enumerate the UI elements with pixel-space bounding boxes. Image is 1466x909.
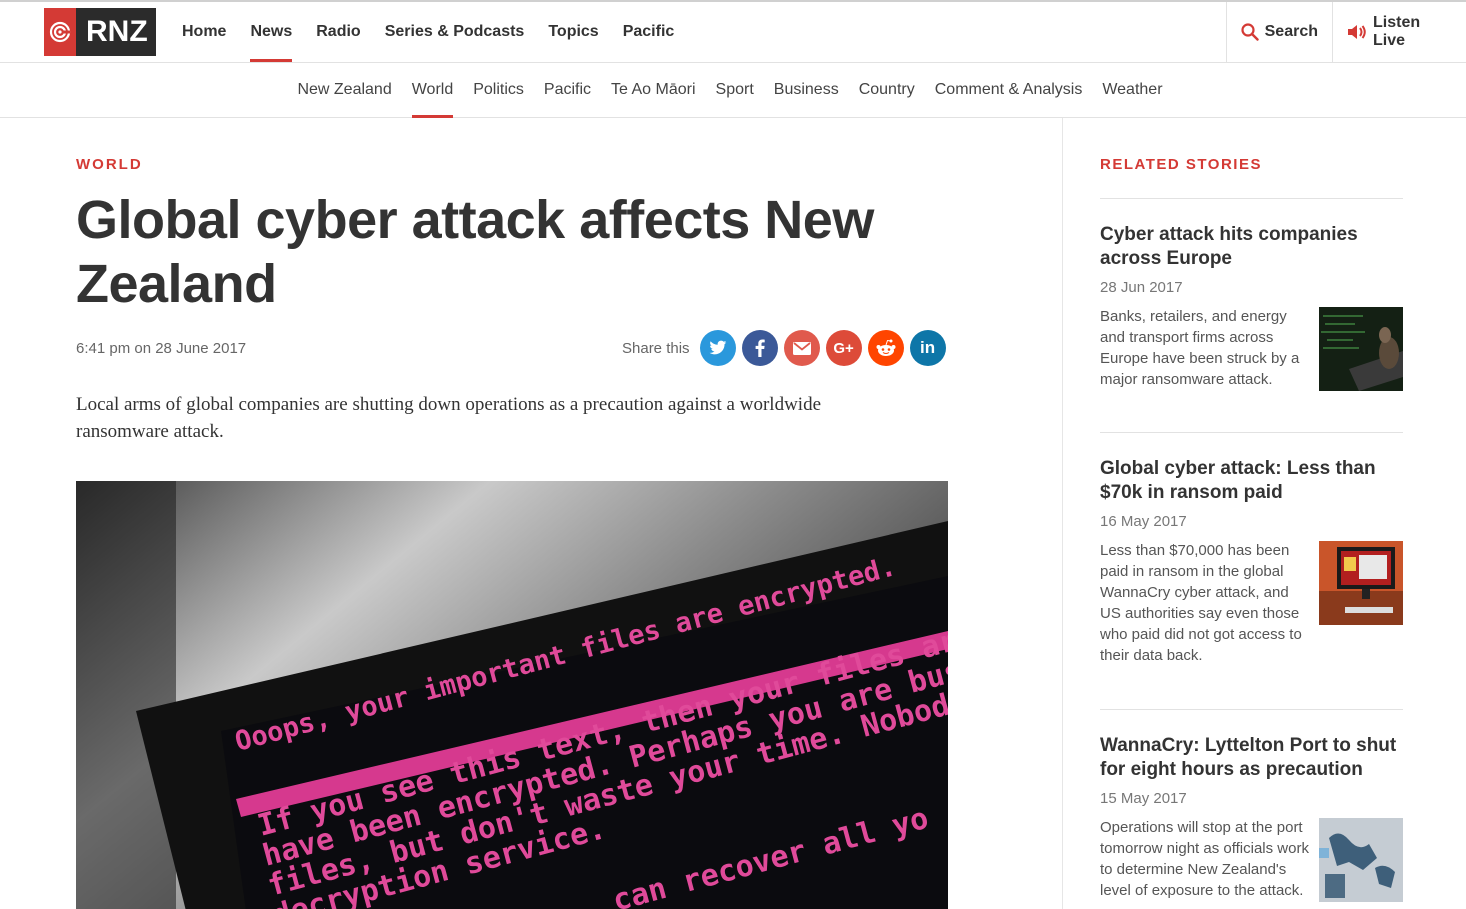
article-headline: Global cyber attack affects New Zealand [76, 190, 874, 314]
related-story-title[interactable]: Global cyber attack: Less than $70k in r… [1100, 457, 1403, 505]
subnav-pacific[interactable]: Pacific [534, 63, 601, 118]
related-story-title[interactable]: WannaCry: Lyttelton Port to shut for eig… [1100, 734, 1403, 782]
nav-topics[interactable]: Topics [536, 2, 610, 62]
speaker-icon [1347, 23, 1367, 41]
subnav-new-zealand[interactable]: New Zealand [287, 63, 401, 118]
related-story: Global cyber attack: Less than $70k in r… [1100, 432, 1403, 666]
main-nav: Home News Radio Series & Podcasts Topics… [170, 2, 686, 62]
google-plus-share-button[interactable]: G+ [825, 330, 862, 366]
email-share-button[interactable] [783, 330, 820, 366]
section-label[interactable]: WORLD [76, 156, 143, 173]
related-story-thumbnail[interactable] [1319, 307, 1403, 391]
nav-radio[interactable]: Radio [304, 2, 372, 62]
facebook-share-button[interactable] [741, 330, 778, 366]
subnav-weather[interactable]: Weather [1092, 63, 1172, 118]
related-story-title[interactable]: Cyber attack hits companies across Europ… [1100, 223, 1403, 271]
subnav-politics[interactable]: Politics [463, 63, 534, 118]
share-bar: Share this G+ in [622, 330, 952, 366]
related-story-thumbnail[interactable] [1319, 818, 1403, 902]
nav-series-podcasts[interactable]: Series & Podcasts [373, 2, 537, 62]
twitter-icon [708, 340, 726, 355]
twitter-share-button[interactable] [699, 330, 736, 366]
listen-live-button[interactable]: Listen Live [1332, 2, 1466, 62]
search-button[interactable]: Search [1225, 2, 1332, 62]
email-icon [792, 341, 811, 355]
related-story: WannaCry: Lyttelton Port to shut for eig… [1100, 709, 1403, 902]
share-label: Share this [622, 339, 690, 357]
related-story-thumbnail[interactable] [1319, 541, 1403, 625]
related-story-summary: Less than $70,000 has been paid in ranso… [1100, 540, 1403, 666]
related-story-summary-text: Less than $70,000 has been paid in ranso… [1100, 542, 1302, 664]
subnav-business[interactable]: Business [764, 63, 849, 118]
related-story-date: 16 May 2017 [1100, 513, 1187, 530]
logo-text: RNZ [86, 15, 148, 48]
nav-pacific[interactable]: Pacific [611, 2, 687, 62]
subnav-comment-analysis[interactable]: Comment & Analysis [925, 63, 1093, 118]
site-header: RNZ Home News Radio Series & Podcasts To… [0, 2, 1466, 63]
hero-image[interactable]: Ooops, your important files are encrypte… [76, 481, 948, 909]
google-plus-icon: G+ [833, 339, 854, 357]
nav-news[interactable]: News [238, 2, 304, 62]
related-story-date: 15 May 2017 [1100, 790, 1187, 807]
article-dateline: 6:41 pm on 28 June 2017 [76, 340, 247, 357]
article-lead: Local arms of global companies are shutt… [76, 394, 821, 442]
related-stories-title: RELATED STORIES [1100, 156, 1262, 173]
header-actions: Search Listen Live [1225, 2, 1466, 62]
facebook-icon [755, 339, 765, 357]
search-icon [1241, 23, 1259, 41]
subnav-world[interactable]: World [402, 63, 464, 118]
related-story-summary-text: Operations will stop at the port tomorro… [1100, 819, 1309, 899]
listen-live-label: Listen Live [1373, 14, 1421, 49]
related-story-summary: Operations will stop at the port tomorro… [1100, 817, 1403, 902]
related-story: Cyber attack hits companies across Europ… [1100, 198, 1403, 391]
related-story-date: 28 Jun 2017 [1100, 279, 1183, 296]
subnav-country[interactable]: Country [849, 63, 925, 118]
rnz-logo-icon [44, 8, 76, 56]
rnz-logo[interactable]: RNZ [44, 8, 156, 56]
related-story-summary-text: Banks, retailers, and energy and transpo… [1100, 308, 1300, 388]
reddit-icon [876, 339, 896, 356]
search-label: Search [1264, 23, 1318, 40]
sub-nav: New Zealand World Politics Pacific Te Ao… [0, 63, 1466, 118]
linkedin-icon: in [919, 338, 936, 357]
reddit-share-button[interactable] [867, 330, 904, 366]
linkedin-share-button[interactable]: in [909, 330, 946, 366]
related-story-summary: Banks, retailers, and energy and transpo… [1100, 306, 1403, 391]
column-divider [1062, 118, 1063, 909]
nav-home[interactable]: Home [170, 2, 238, 62]
subnav-te-ao-maori[interactable]: Te Ao Māori [601, 63, 705, 118]
subnav-sport[interactable]: Sport [706, 63, 764, 118]
